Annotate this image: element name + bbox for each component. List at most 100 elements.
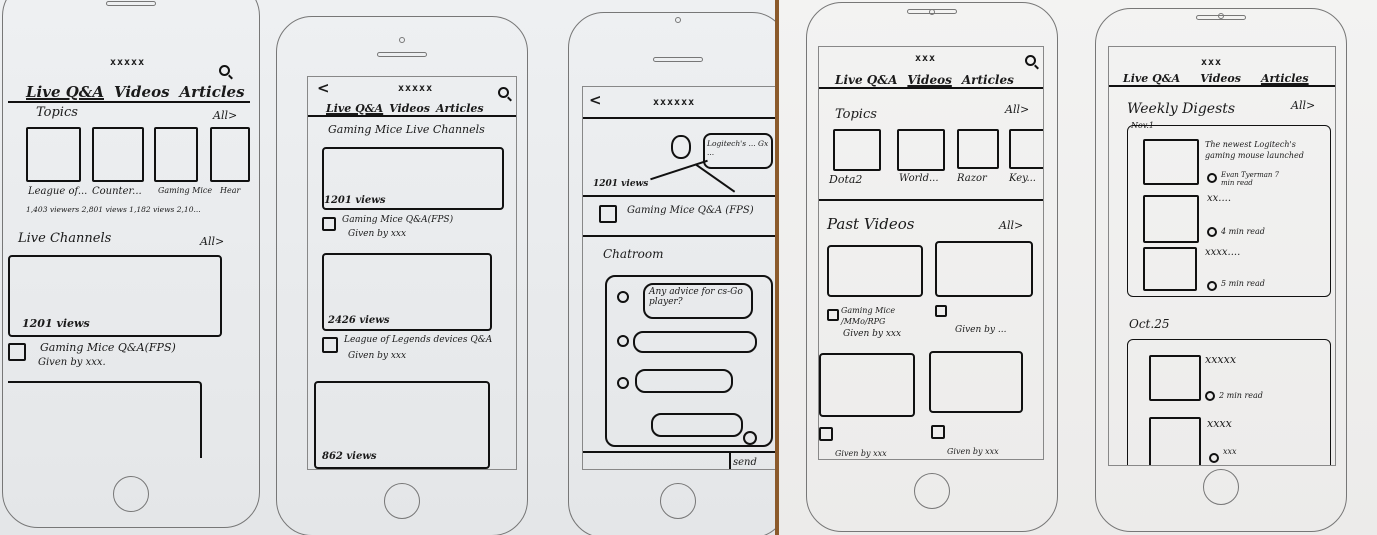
home-button[interactable] [1203,469,1239,505]
channel-title-2[interactable]: League of Legends devices Q&A [344,335,492,345]
screen-live-room: < xxxxxx Logitech's ... Gx ... 1201 view… [582,86,775,470]
video-avatar-2 [935,305,947,317]
paper-sheet-left: xxxxx Live Q&A Videos Articles Topics Al… [0,0,775,535]
tab-live-qa[interactable]: Live Q&A [1123,72,1180,85]
video-bottom-divider [583,195,775,197]
home-button[interactable] [914,473,950,509]
channel-title-1[interactable]: Gaming Mice Q&A(FPS) [342,215,453,225]
back-icon[interactable]: < [589,91,602,109]
topic-label-1: Dota2 [829,173,863,186]
past-video-3[interactable] [819,353,915,417]
author-avatar-4 [1205,391,1215,401]
send-button[interactable]: send [733,457,757,468]
header-divider [583,117,775,119]
video-avatar-1 [827,309,839,321]
past-video-1[interactable] [827,245,923,297]
past-video-2[interactable] [935,241,1033,297]
article-read-2: 4 min read [1221,227,1265,236]
section-divider [583,235,775,237]
front-camera [675,17,681,23]
live-channels-all-link[interactable]: All> [200,235,224,248]
topic-label-2: Counter... [92,186,142,197]
page-heading: Gaming Mice Live Channels [328,123,485,136]
tab-articles[interactable]: Articles [1261,72,1309,85]
screen-live-qa: xxxxx Live Q&A Videos Articles Topics Al… [8,55,250,458]
channel-views-1: 1201 views [324,195,386,206]
tab-videos[interactable]: Videos [1200,72,1241,85]
article-thumb-2[interactable] [1143,195,1199,243]
speaker [106,1,156,6]
topic-thumb-3[interactable] [957,129,999,169]
topic-label-3: Razor [957,173,987,184]
chat-avatar-1 [617,291,629,303]
video-avatar-4 [931,425,945,439]
topic-meta: 1,403 viewers 2,801 views 1,182 views 2,… [26,205,201,214]
section-divider [819,199,1043,201]
chat-avatar-2 [617,335,629,347]
past-videos-all-link[interactable]: All> [999,219,1023,232]
screen-videos: xxx Live Q&A Videos Articles Topics All>… [818,46,1044,460]
speaker [907,9,957,14]
chat-avatar-3 [617,377,629,389]
chat-bubble-3 [635,369,733,393]
home-button[interactable] [113,476,149,512]
topic-thumb-2[interactable] [92,127,144,182]
topics-all-link[interactable]: All> [1005,103,1029,116]
topic-thumb-4[interactable] [1009,129,1043,169]
header-title: xxxxx [110,57,146,68]
speech-bubble-text: Logitech's ... Gx ... [707,139,769,157]
article-title-1[interactable]: The newest Logitech's gaming mouse launc… [1205,139,1327,161]
topics-heading: Topics [835,107,877,122]
presenter-head [671,135,691,159]
header-title: xxxxxx [653,97,696,108]
article-title-2[interactable]: xx.... [1207,193,1231,204]
topic-thumb-1[interactable] [833,129,881,171]
weekly-digests-heading: Weekly Digests [1127,101,1236,117]
topic-thumb-4[interactable] [210,127,250,182]
chatroom-heading: Chatroom [603,247,664,261]
past-video-given-4: Given by xxx [947,447,999,456]
topic-thumb-3[interactable] [154,127,198,182]
top-tabs: Live Q&A Videos Articles [308,91,516,117]
article-thumb-5[interactable] [1149,417,1201,465]
tab-videos[interactable]: Videos [389,102,430,115]
chat-bubble-4 [651,413,743,437]
past-video-given-1: Given by xxx [843,329,902,339]
article-title-5[interactable]: xxxx [1207,417,1232,430]
tab-live-qa[interactable]: Live Q&A [835,73,897,87]
author-avatar-2 [1207,227,1217,237]
topic-thumb-2[interactable] [897,129,945,171]
article-title-3[interactable]: xxxx.... [1205,247,1240,258]
tab-articles[interactable]: Articles [180,83,245,101]
tab-live-qa[interactable]: Live Q&A [26,83,104,101]
article-thumb-4[interactable] [1149,355,1201,401]
topic-label-2: World... [899,173,939,184]
article-thumb-1[interactable] [1143,139,1199,185]
article-thumb-3[interactable] [1143,247,1197,291]
tab-videos[interactable]: Videos [907,73,951,87]
topics-all-link[interactable]: All> [213,109,237,122]
article-read-3: 5 min read [1221,279,1265,288]
live-channels-heading: Live Channels [18,231,112,246]
tab-articles[interactable]: Articles [436,102,484,115]
past-video-4[interactable] [929,351,1023,413]
article-title-4[interactable]: xxxxx [1205,353,1236,366]
topic-thumb-1[interactable] [26,127,81,182]
tab-live-qa[interactable]: Live Q&A [326,102,383,115]
input-divider [583,451,775,453]
weekly-all-link[interactable]: All> [1291,99,1315,112]
video-avatar-3 [819,427,833,441]
top-tabs: Live Q&A Videos Articles [819,61,1043,89]
channel-title[interactable]: Gaming Mice Q&A (FPS) [627,205,754,216]
speaker [653,57,703,62]
past-video-title-1[interactable]: Gaming Mice /MMo/RPG [841,305,921,327]
home-button[interactable] [384,483,420,519]
tab-articles[interactable]: Articles [962,73,1014,87]
past-videos-heading: Past Videos [827,215,915,233]
tab-videos[interactable]: Videos [114,83,170,101]
home-button[interactable] [660,483,696,519]
past-video-given-2: Given by ... [955,325,1007,335]
channel-title[interactable]: Gaming Mice Q&A(FPS) [40,341,176,354]
screen-articles: xxx Live Q&A Videos Articles Weekly Dige… [1108,46,1336,466]
next-channel-video[interactable] [8,381,202,458]
